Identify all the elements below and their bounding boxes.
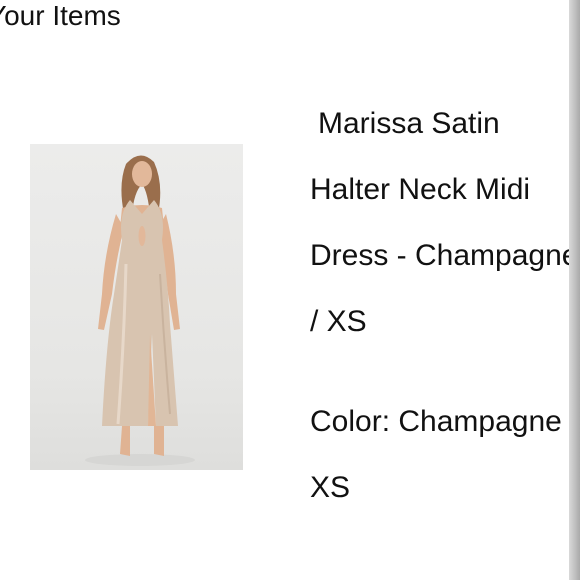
section-title: Your Items (0, 0, 121, 31)
item-name-line: Marissa Satin (318, 107, 500, 140)
item-name-line: Halter Neck Midi (310, 173, 531, 206)
item-size: XS (310, 471, 351, 504)
item-name-line: Dress - Champagne (310, 239, 579, 272)
item-details: Marissa Satin Halter Neck Midi Dress - C… (310, 96, 580, 526)
window-edge-scrollbar[interactable] (569, 0, 580, 580)
dress-model-illustration (85, 155, 195, 466)
product-image[interactable] (30, 144, 243, 470)
item-name-line: / XS (310, 305, 367, 338)
item-color: Color: Champagne (310, 405, 562, 438)
